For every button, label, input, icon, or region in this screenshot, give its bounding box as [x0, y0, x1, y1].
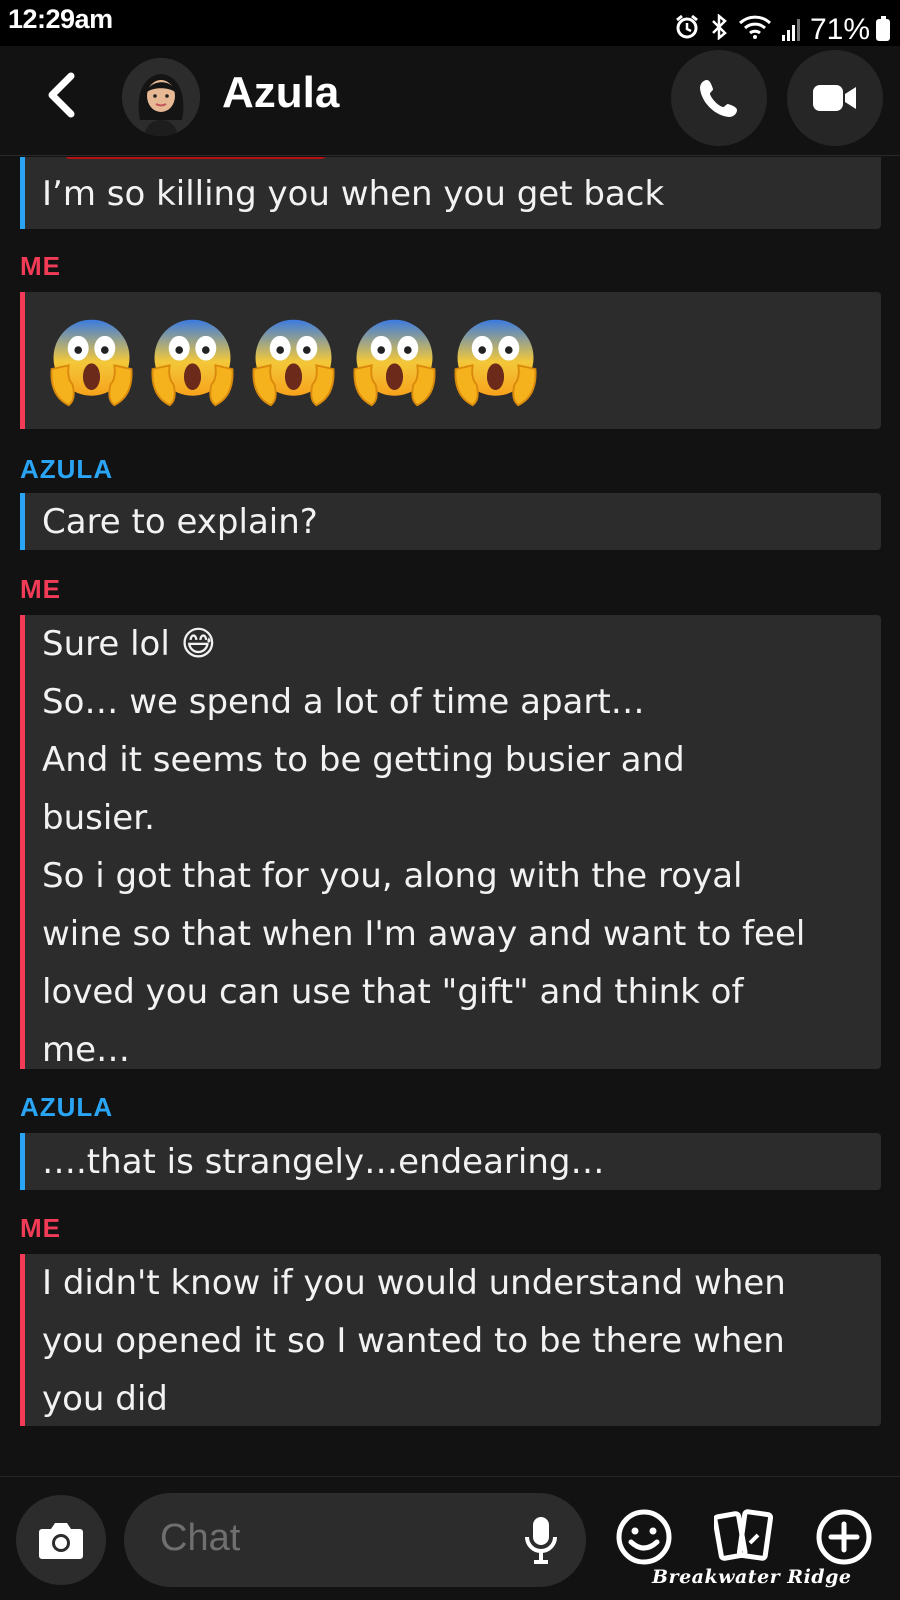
message-bubble[interactable]: ….that is strangely…endearing…	[20, 1133, 881, 1190]
signal-icon	[781, 19, 800, 41]
message-line: loved you can use that "gift" and think …	[42, 972, 744, 1012]
message-text: ….that is strangely…endearing…	[42, 1142, 605, 1182]
sender-label: AZULA	[20, 1092, 114, 1122]
status-time: 12:29am	[8, 4, 113, 34]
scream-emoji	[454, 319, 537, 406]
battery-icon	[876, 16, 890, 41]
watermark: Breakwater Ridge	[652, 1566, 852, 1588]
alarm-icon	[674, 14, 700, 46]
cards-icon[interactable]	[714, 1507, 776, 1567]
message-bubble[interactable]	[20, 292, 881, 429]
message-line: wine so that when I'm away and want to f…	[42, 914, 806, 954]
message-bubble[interactable]: Sure lol 😅 So… we spend a lot of time ap…	[20, 615, 881, 1070]
message-line: you did	[42, 1379, 168, 1419]
back-button[interactable]	[36, 70, 86, 120]
chevron-left-icon	[48, 72, 75, 118]
message-line: me…	[42, 1030, 131, 1070]
message-bubble[interactable]: Care to explain?	[20, 493, 881, 550]
message-bubble[interactable]: I’m so killing you when you get back	[20, 157, 881, 229]
message-line: you opened it so I wanted to be there wh…	[42, 1321, 785, 1361]
sender-label: AZULA	[20, 454, 114, 484]
scream-emoji	[50, 319, 133, 406]
status-bar: 12:29am 71%	[0, 0, 900, 46]
chat-input[interactable]: Chat	[124, 1493, 586, 1587]
emoji-row	[44, 302, 861, 420]
message-text: I’m so killing you when you get back	[42, 174, 665, 214]
message-line: I didn't know if you would understand wh…	[42, 1263, 786, 1303]
scream-emoji	[252, 319, 335, 406]
message-line: So… we spend a lot of time apart…	[42, 682, 645, 722]
scream-emoji	[353, 319, 436, 406]
wifi-icon	[738, 14, 772, 46]
camera-icon	[39, 1523, 83, 1559]
message-bubble[interactable]: I didn't know if you would understand wh…	[20, 1254, 881, 1426]
message-text: Care to explain?	[42, 502, 318, 542]
message-line: Sure lol 😅	[42, 624, 217, 664]
status-icons: 71%	[674, 12, 890, 48]
avatar[interactable]	[122, 58, 200, 136]
scream-emoji	[151, 319, 234, 406]
camera-button[interactable]	[16, 1495, 106, 1585]
message-line: busier.	[42, 798, 155, 838]
call-button[interactable]	[671, 50, 767, 146]
sender-label: ME	[20, 251, 61, 281]
emoji-icon[interactable]	[614, 1507, 674, 1567]
sender-label: ME	[20, 1213, 61, 1243]
contact-name[interactable]: Azula	[222, 68, 339, 118]
video-icon	[813, 85, 856, 111]
message-line: So i got that for you, along with the ro…	[42, 856, 743, 896]
sender-label: ME	[20, 574, 61, 604]
phone-icon	[700, 80, 737, 117]
message-line: And it seems to be getting busier and	[42, 740, 685, 780]
chat-messages[interactable]: I’m so killing you when you get back ME …	[0, 157, 900, 1475]
bluetooth-icon	[710, 13, 728, 46]
plus-icon[interactable]	[814, 1507, 874, 1567]
microphone-icon[interactable]	[524, 1515, 558, 1565]
snap-image-strip[interactable]	[64, 157, 330, 159]
chat-placeholder: Chat	[160, 1517, 241, 1559]
battery-percent: 71%	[809, 13, 870, 46]
video-call-button[interactable]	[787, 50, 883, 146]
chat-header: Azula	[0, 46, 900, 156]
